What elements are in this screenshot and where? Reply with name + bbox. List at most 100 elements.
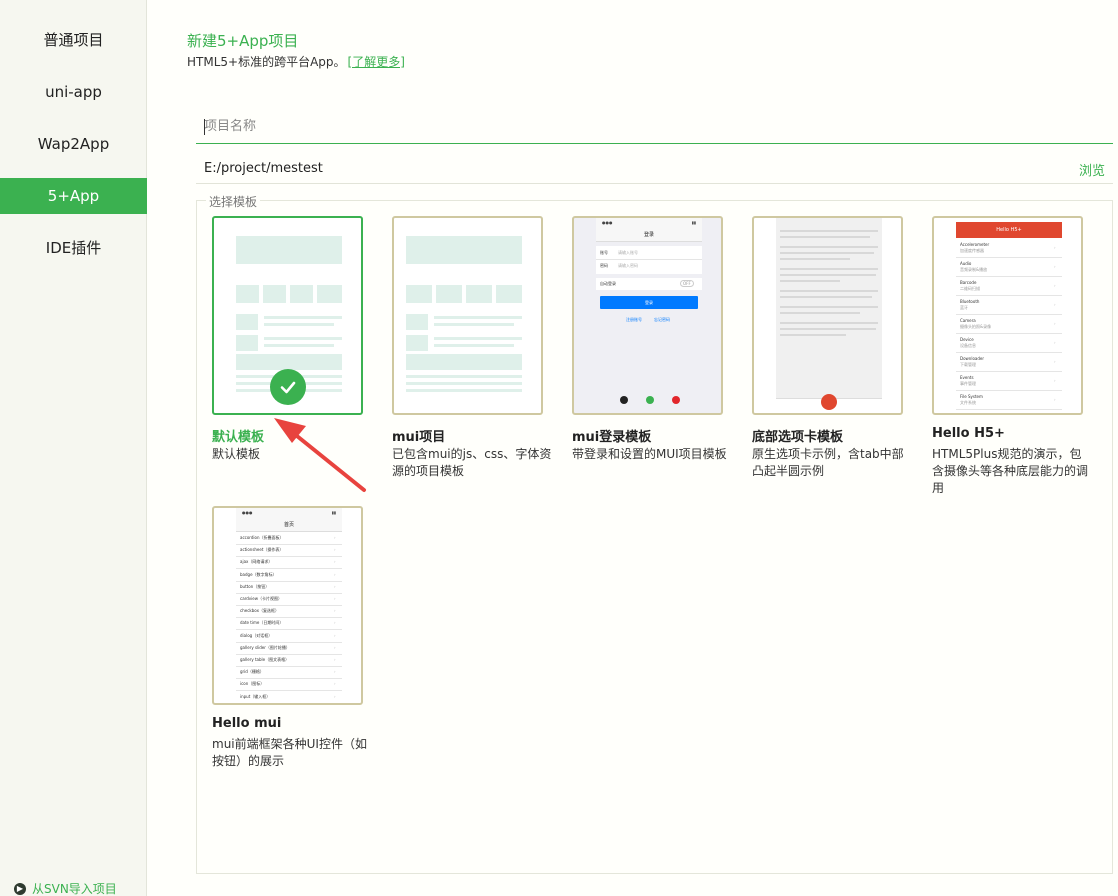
- sidebar-item-ide-plugin[interactable]: IDE插件: [0, 230, 147, 266]
- template-card-mui[interactable]: [392, 216, 543, 415]
- hellomui-row-label: grid（栅格）: [240, 669, 264, 675]
- chevron-right-icon: ›: [334, 681, 336, 687]
- qq-icon: [620, 396, 628, 404]
- template-card-default[interactable]: [212, 216, 363, 415]
- chevron-right-icon: ›: [1054, 264, 1056, 269]
- template-card-hello-h5[interactable]: Hello H5+ Accelerometer 加速度传感器 › Audio 音频录制&…: [932, 216, 1083, 415]
- phone-screen: Hello H5+ Accelerometer 加速度传感器 › Audio 音频录制&…: [956, 218, 1062, 413]
- preview-skeleton: [434, 323, 514, 326]
- chevron-right-icon: ›: [1054, 397, 1056, 402]
- hellomui-row-label: input（输入框）: [240, 693, 271, 699]
- selected-check-icon: [270, 369, 306, 405]
- text-line: [780, 252, 874, 254]
- preview-skeleton: [434, 344, 514, 347]
- project-path-row: E:/project/mestest 浏览: [196, 152, 1113, 184]
- divider: [236, 605, 342, 606]
- sidebar-item-uni-app[interactable]: uni-app: [0, 74, 147, 110]
- status-battery: ▮▮: [331, 510, 336, 515]
- preview-skeleton: [264, 344, 334, 347]
- chevron-right-icon: ›: [334, 657, 336, 662]
- sidebar-item-normal-project[interactable]: 普通项目: [0, 22, 147, 58]
- template-desc-bottom-tab: 原生选项卡示例，含tab中部凸起半圆示例: [752, 447, 904, 478]
- divider: [236, 653, 342, 655]
- divider: [236, 690, 342, 692]
- login-button: 登录: [600, 296, 698, 309]
- wechat-icon: [646, 396, 654, 404]
- sidebar: 普通项目 uni-app Wap2App 5+App IDE插件 ▶ 从SVN导…: [0, 0, 147, 896]
- svn-import-link[interactable]: ▶ 从SVN导入项目: [14, 880, 117, 896]
- text-cursor: [204, 119, 205, 135]
- chevron-right-icon: ›: [334, 559, 336, 565]
- divider: [956, 276, 1062, 277]
- chevron-right-icon: ›: [1054, 283, 1056, 288]
- learn-more-link[interactable]: [了解更多]: [348, 55, 405, 69]
- chevron-right-icon: ›: [334, 596, 336, 601]
- page-subtitle: HTML5+标准的跨平台App。 [了解更多]: [187, 53, 405, 70]
- chevron-right-icon: ›: [334, 693, 336, 699]
- chevron-right-icon: ›: [1054, 378, 1056, 383]
- template-card-bottom-tab[interactable]: [752, 216, 903, 415]
- chevron-right-icon: ›: [334, 608, 336, 614]
- divider: [956, 352, 1062, 353]
- text-line: [780, 328, 876, 330]
- preview-skeleton: [264, 337, 342, 340]
- sidebar-item-5plus-app[interactable]: 5+App: [0, 178, 147, 214]
- svn-icon: ▶: [14, 882, 26, 895]
- preview-skeleton: [406, 354, 522, 370]
- preview-skeleton: [406, 335, 428, 351]
- divider: [956, 314, 1062, 315]
- register-link: 注册账号: [626, 317, 642, 322]
- divider: [236, 544, 342, 545]
- preview-skeleton: [406, 314, 428, 330]
- chevron-right-icon: ›: [1054, 321, 1056, 326]
- sidebar-item-wap2app[interactable]: Wap2App: [0, 126, 147, 162]
- project-name-input[interactable]: [196, 110, 1113, 144]
- preview-skeleton: [406, 382, 522, 385]
- text-line: [780, 296, 872, 298]
- hellomui-row-label: cardview（卡片视图）: [240, 596, 282, 601]
- chevron-right-icon: ›: [334, 669, 336, 675]
- preview-skeleton: [317, 285, 342, 303]
- preview-skeleton: [436, 285, 462, 303]
- hellomui-row-label: gallery slider（图片轮播）: [240, 644, 290, 650]
- preview-skeleton: [466, 285, 492, 303]
- template-title-hello-mui: Hello mui: [212, 716, 282, 731]
- divider: [236, 556, 342, 558]
- text-line: [780, 274, 876, 276]
- template-title-bottom-tab: 底部选项卡模板: [752, 430, 844, 445]
- preview-skeleton: [434, 316, 522, 319]
- h5-row-name: Accelerometer: [960, 242, 990, 247]
- auto-login-label: 自动登录: [600, 281, 616, 286]
- divider: [236, 666, 342, 667]
- divider: [956, 333, 1062, 334]
- chevron-right-icon: ›: [334, 571, 336, 577]
- login-password-label: 密码: [600, 263, 608, 268]
- preview-skeleton: [496, 285, 522, 303]
- h5-row-sub: 音频录制&播放: [960, 267, 988, 272]
- phone-screen: ●●● ▮▮ 登录 账号 请输入账号 密码 请输入密码 自动登录 OFF 登录 注…: [596, 218, 702, 413]
- browse-button[interactable]: 浏览: [1079, 160, 1105, 179]
- divider: [236, 629, 342, 631]
- hellomui-row-label: badge（数字角标）: [240, 571, 277, 577]
- divider: [956, 371, 1062, 372]
- preview-skeleton: [236, 335, 258, 351]
- preview-skeleton: [236, 285, 259, 303]
- hellomui-row-label: ajax（网络请求）: [240, 559, 273, 565]
- preview-skeleton: [434, 337, 522, 340]
- preview-skeleton: [264, 323, 334, 326]
- preview-skeleton: [264, 316, 342, 319]
- chevron-right-icon: ›: [1054, 245, 1056, 250]
- auto-login-toggle: OFF: [680, 280, 694, 287]
- h5-row-name: Camera: [960, 318, 976, 323]
- project-path-field[interactable]: E:/project/mestest: [204, 161, 323, 176]
- hellomui-row-label: checkbox（复选框）: [240, 608, 279, 614]
- template-card-hello-mui[interactable]: ●●● ▮▮ 首页 accordion（折叠面板） › actionsheet（操作表…: [212, 506, 363, 705]
- chevron-right-icon: ›: [334, 644, 336, 650]
- text-line: [780, 236, 870, 238]
- h5-row-name: File System: [960, 394, 983, 399]
- chevron-right-icon: ›: [334, 583, 336, 589]
- h5-row-sub: 蓝牙: [960, 305, 968, 310]
- divider: [956, 409, 1062, 410]
- h5-row-name: Bluetooth: [960, 299, 980, 304]
- template-card-mui-login[interactable]: ●●● ▮▮ 登录 账号 请输入账号 密码 请输入密码 自动登录 OFF 登录 注…: [572, 216, 723, 415]
